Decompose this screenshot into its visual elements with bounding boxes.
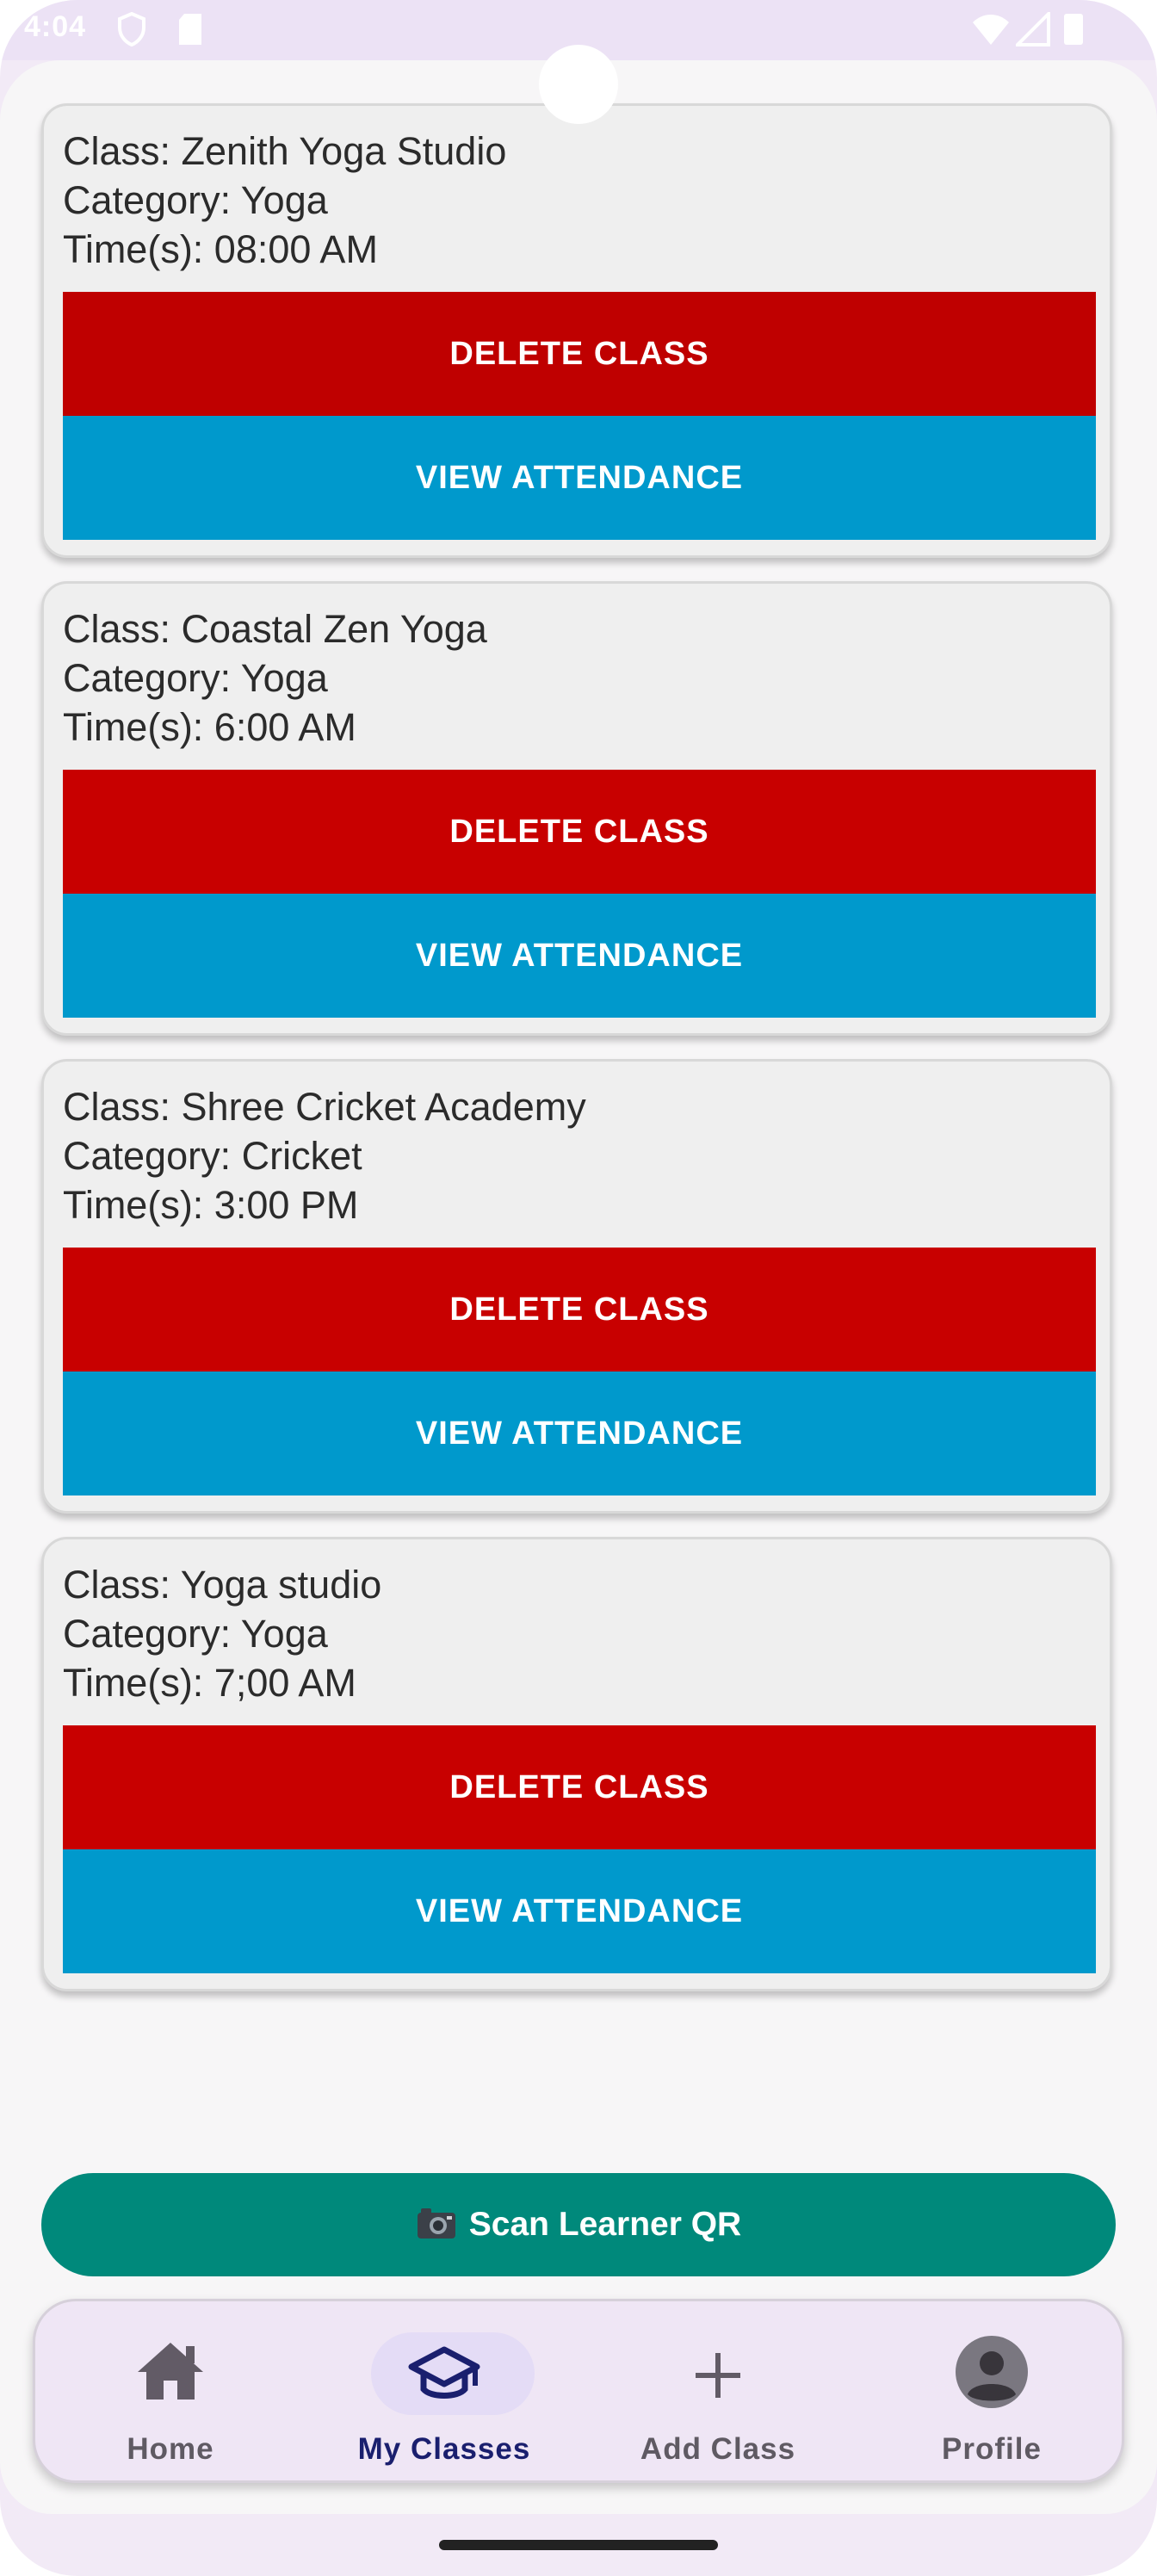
class-times: Time(s): 7;00 AM	[63, 1661, 356, 1705]
class-times: Time(s): 08:00 AM	[63, 227, 378, 271]
bottom-navigation: Home My Classes Add Class Profile	[33, 2299, 1124, 2483]
class-card: Class: Zenith Yoga Studio Category: Yoga…	[41, 103, 1112, 558]
class-category: Category: Yoga	[63, 656, 328, 700]
device-frame: 4:04 Class: Zenith Yoga Studio Category:…	[0, 0, 1157, 2576]
nav-item-my-classes[interactable]: My Classes	[341, 2332, 548, 2466]
class-name: Class: Shree Cricket Academy	[63, 1085, 586, 1129]
nav-item-add-class[interactable]: Add Class	[615, 2332, 821, 2466]
class-info: Class: Yoga studio Category: Yoga Time(s…	[63, 1560, 381, 1707]
scan-button-label: Scan Learner QR	[468, 2206, 742, 2243]
shield-icon	[118, 12, 145, 46]
nav-label-home: Home	[127, 2432, 214, 2466]
class-name: Class: Zenith Yoga Studio	[63, 129, 507, 173]
plus-icon	[696, 2353, 740, 2398]
class-times: Time(s): 6:00 AM	[63, 705, 356, 749]
class-info: Class: Shree Cricket Academy Category: C…	[63, 1082, 586, 1229]
class-name: Class: Coastal Zen Yoga	[63, 607, 487, 651]
graduation-cap-icon	[408, 2346, 480, 2399]
class-category: Category: Cricket	[63, 1134, 362, 1178]
delete-class-button[interactable]: DELETE CLASS	[63, 1725, 1096, 1849]
nav-label-add-class: Add Class	[640, 2432, 796, 2466]
sd-card-icon	[179, 14, 201, 45]
class-name: Class: Yoga studio	[63, 1563, 382, 1607]
nav-label-my-classes: My Classes	[357, 2432, 531, 2466]
status-time: 4:04	[24, 10, 87, 43]
class-category: Category: Yoga	[63, 1612, 328, 1656]
camera-icon	[417, 2208, 455, 2239]
battery-icon	[1064, 14, 1083, 45]
home-icon	[138, 2343, 203, 2400]
view-attendance-button[interactable]: VIEW ATTENDANCE	[63, 416, 1096, 540]
front-camera	[539, 45, 618, 124]
view-attendance-button[interactable]: VIEW ATTENDANCE	[63, 1372, 1096, 1495]
nav-item-profile[interactable]: Profile	[888, 2332, 1095, 2466]
nav-item-home[interactable]: Home	[67, 2332, 274, 2466]
class-times: Time(s): 3:00 PM	[63, 1183, 359, 1227]
delete-class-button[interactable]: DELETE CLASS	[63, 770, 1096, 894]
delete-class-button[interactable]: DELETE CLASS	[63, 1248, 1096, 1372]
class-card: Class: Shree Cricket Academy Category: C…	[41, 1059, 1112, 1514]
class-card: Class: Coastal Zen Yoga Category: Yoga T…	[41, 581, 1112, 1036]
view-attendance-button[interactable]: VIEW ATTENDANCE	[63, 894, 1096, 1018]
signal-icon	[1016, 12, 1050, 46]
wifi-icon	[973, 15, 1009, 45]
scan-learner-qr-button[interactable]: Scan Learner QR	[41, 2173, 1116, 2276]
nav-label-profile: Profile	[942, 2432, 1042, 2466]
view-attendance-button[interactable]: VIEW ATTENDANCE	[63, 1849, 1096, 1973]
class-info: Class: Coastal Zen Yoga Category: Yoga T…	[63, 604, 487, 752]
class-card: Class: Yoga studio Category: Yoga Time(s…	[41, 1537, 1112, 1991]
delete-class-button[interactable]: DELETE CLASS	[63, 292, 1096, 416]
class-category: Category: Yoga	[63, 178, 328, 222]
home-indicator[interactable]	[439, 2540, 718, 2550]
person-icon	[956, 2336, 1028, 2408]
class-info: Class: Zenith Yoga Studio Category: Yoga…	[63, 127, 506, 274]
